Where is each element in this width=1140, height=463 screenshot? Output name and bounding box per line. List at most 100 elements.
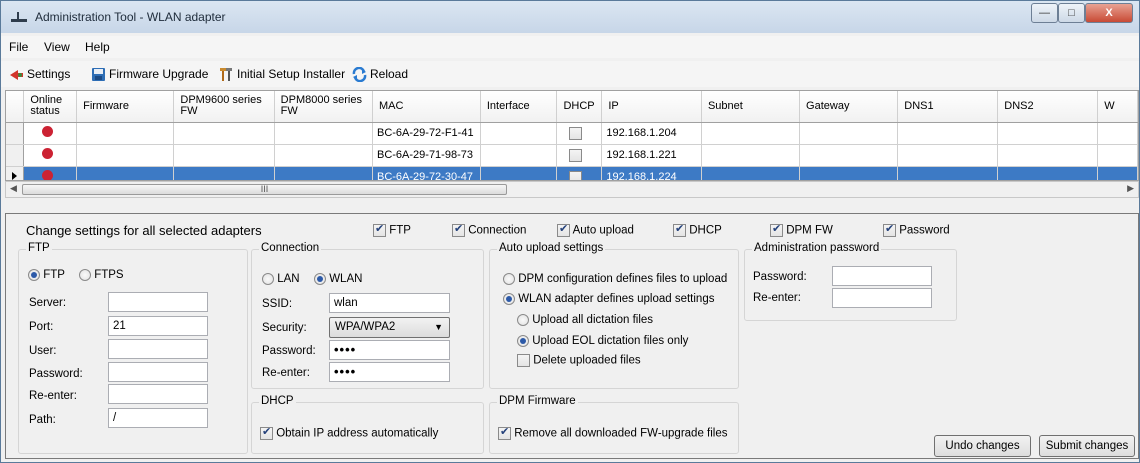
gateway-cell <box>799 144 899 167</box>
ftp-reenter-input[interactable] <box>108 384 208 404</box>
mac-cell: BC-6A-29-72-F1-41 <box>372 122 481 145</box>
admin-reenter-input[interactable] <box>832 288 932 308</box>
dpm9600-cell <box>173 166 275 180</box>
column-header-dpm9600[interactable]: DPM9600 series FW <box>173 91 275 123</box>
user-label: User: <box>29 345 57 357</box>
table-row[interactable]: BC-6A-29-71-98-73 192.168.1.221 <box>6 144 1138 167</box>
upload-eol-radio[interactable]: Upload EOL dictation files only <box>517 335 688 347</box>
security-select[interactable]: WPA/WPA2 ▼ <box>329 317 450 338</box>
column-header-subnet[interactable]: Subnet <box>701 91 801 123</box>
apply-password-checkbox[interactable]: Password <box>883 222 950 237</box>
scroll-left-icon[interactable]: ◀ <box>10 183 17 194</box>
apply-dpm-fw-label: DPM FW <box>786 224 833 237</box>
row-header[interactable] <box>6 166 25 180</box>
connection-password-input[interactable]: •••• <box>329 340 450 360</box>
table-row-selected[interactable]: BC-6A-29-72-30-47 192.168.1.224 <box>6 166 1138 180</box>
scroll-right-icon[interactable]: ▶ <box>1127 183 1134 194</box>
column-header-mac[interactable]: MAC <box>372 91 481 123</box>
dns2-cell <box>997 122 1099 145</box>
wlan-defines-radio[interactable]: WLAN adapter defines upload settings <box>503 293 714 305</box>
column-header-online-status[interactable]: Online status <box>23 91 78 123</box>
wlan-radio-label: WLAN <box>329 273 363 286</box>
ftp-password-input[interactable] <box>108 362 208 382</box>
close-button[interactable]: X <box>1085 3 1133 23</box>
apply-auto-upload-checkbox[interactable]: Auto upload <box>557 222 634 237</box>
reload-icon <box>352 66 367 82</box>
menu-view[interactable]: View <box>44 40 70 54</box>
server-label: Server: <box>29 297 67 309</box>
ftps-radio-label: FTPS <box>94 269 124 282</box>
column-header-firmware[interactable]: Firmware <box>76 91 175 123</box>
dhcp-legend: DHCP <box>259 395 296 407</box>
initial-setup-installer-button[interactable]: Initial Setup Installer <box>219 66 345 82</box>
column-header-dpm8000[interactable]: DPM8000 series FW <box>274 91 373 123</box>
ip-cell: 192.168.1.204 <box>601 122 702 145</box>
ftp-user-input[interactable] <box>108 339 208 359</box>
apply-dhcp-checkbox[interactable]: DHCP <box>673 222 722 237</box>
dpm-defines-radio[interactable]: DPM configuration defines files to uploa… <box>503 273 727 285</box>
connection-legend: Connection <box>259 242 322 254</box>
lan-radio-label: LAN <box>277 273 300 286</box>
apply-dhcp-label: DHCP <box>689 224 722 237</box>
row-header-corner <box>6 91 25 123</box>
column-header-gateway[interactable]: Gateway <box>799 91 899 123</box>
submit-changes-button[interactable]: Submit changes <box>1039 435 1135 457</box>
delete-uploaded-label: Delete uploaded files <box>533 354 641 367</box>
dpm9600-cell <box>173 122 275 145</box>
apply-password-label: Password <box>899 224 950 237</box>
menu-help[interactable]: Help <box>85 40 110 54</box>
undo-changes-button[interactable]: Undo changes <box>934 435 1031 457</box>
column-header-wlan[interactable]: W <box>1097 91 1138 123</box>
ftp-legend: FTP <box>26 242 52 254</box>
remove-fw-label: Remove all downloaded FW-upgrade files <box>514 427 728 440</box>
obtain-ip-checkbox[interactable]: Obtain IP address automatically <box>260 425 438 440</box>
ftp-radio[interactable]: FTP <box>28 269 65 281</box>
dns2-cell <box>997 144 1099 167</box>
ftp-path-input[interactable]: / <box>108 408 208 428</box>
wlan-radio[interactable]: WLAN <box>314 273 362 285</box>
security-label: Security: <box>262 322 307 334</box>
ftp-server-input[interactable] <box>108 292 208 312</box>
column-header-dhcp[interactable]: DHCP <box>556 91 603 123</box>
chevron-down-icon: ▼ <box>434 322 443 332</box>
menu-file[interactable]: File <box>9 40 28 54</box>
settings-button[interactable]: Settings <box>9 66 70 82</box>
maximize-button[interactable]: □ <box>1058 3 1085 23</box>
table-row[interactable]: BC-6A-29-72-F1-41 192.168.1.204 <box>6 122 1138 145</box>
admin-password-input[interactable] <box>832 266 932 286</box>
reload-button[interactable]: Reload <box>352 66 408 82</box>
lan-radio[interactable]: LAN <box>262 273 300 285</box>
ssid-input[interactable]: wlan <box>329 293 450 313</box>
admin-password-label: Password: <box>753 271 807 283</box>
connection-reenter-input[interactable]: •••• <box>329 362 450 382</box>
dhcp-cell <box>556 144 603 167</box>
column-header-ip[interactable]: IP <box>601 91 702 123</box>
menu-bar: File View Help <box>1 36 1139 58</box>
scroll-thumb[interactable]: III <box>22 184 507 195</box>
dpm-firmware-legend: DPM Firmware <box>497 395 578 407</box>
dhcp-checkbox[interactable] <box>569 148 583 162</box>
firmware-upgrade-button[interactable]: Firmware Upgrade <box>91 66 208 82</box>
apply-connection-checkbox[interactable]: Connection <box>452 222 526 237</box>
ftp-port-input[interactable]: 21 <box>108 316 208 336</box>
row-header[interactable] <box>6 122 25 145</box>
column-header-dns2[interactable]: DNS2 <box>997 91 1099 123</box>
dhcp-checkbox[interactable] <box>569 126 583 140</box>
remove-fw-checkbox[interactable]: Remove all downloaded FW-upgrade files <box>498 425 728 440</box>
apply-ftp-label: FTP <box>389 224 411 237</box>
apply-ftp-checkbox[interactable]: FTP <box>373 222 411 237</box>
auto-upload-legend: Auto upload settings <box>497 242 606 254</box>
row-header[interactable] <box>6 144 25 167</box>
upload-all-radio[interactable]: Upload all dictation files <box>517 314 653 326</box>
minimize-button[interactable]: — <box>1031 3 1058 23</box>
online-status-cell <box>23 144 78 167</box>
dns1-cell <box>897 144 999 167</box>
horizontal-scrollbar[interactable]: ◀ III ▶ <box>5 181 1139 198</box>
column-header-interface[interactable]: Interface <box>480 91 558 123</box>
delete-uploaded-checkbox[interactable]: Delete uploaded files <box>517 354 641 367</box>
apply-dpm-fw-checkbox[interactable]: DPM FW <box>770 222 833 237</box>
port-label: Port: <box>29 321 54 333</box>
ftps-radio[interactable]: FTPS <box>79 269 124 281</box>
dhcp-checkbox[interactable] <box>569 170 583 180</box>
column-header-dns1[interactable]: DNS1 <box>897 91 999 123</box>
